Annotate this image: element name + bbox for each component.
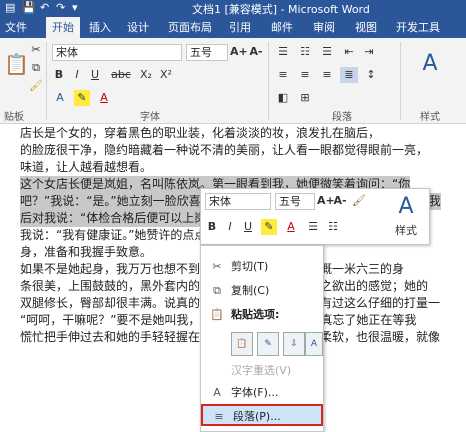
paragraph-group-label: 段落 (332, 112, 352, 123)
mini-bullets-icon[interactable]: ☰ (305, 219, 321, 235)
mini-font-color-icon[interactable]: A (283, 219, 299, 235)
font-color-icon[interactable]: A (96, 90, 112, 106)
paste-keep-source-icon[interactable]: 📋 (231, 332, 253, 356)
paste-text-only-icon[interactable]: A (305, 332, 323, 356)
mini-underline-button[interactable]: U (241, 219, 255, 235)
mini-shrink-font-button[interactable]: A- (333, 193, 347, 209)
mini-font-size[interactable]: 五号 (275, 193, 315, 210)
italic-button[interactable]: I (70, 67, 84, 83)
mini-format-painter-icon[interactable]: 🖌 (351, 193, 367, 209)
mini-numbering-icon[interactable]: ☷ (325, 219, 341, 235)
ribbon-tabs: 文件 开始 插入 设计 页面布局 引用 邮件 审阅 视图 开发工具 (0, 17, 466, 38)
shading-icon[interactable]: ◧ (274, 90, 292, 106)
tab-insert[interactable]: 插入 (84, 17, 116, 38)
word-icon: ▤ (5, 1, 16, 14)
tab-references[interactable]: 引用 (224, 17, 256, 38)
bullets-icon[interactable]: ☰ (274, 44, 292, 60)
borders-icon[interactable]: ⊞ (296, 90, 314, 106)
mini-highlight-icon[interactable]: ✎ (261, 219, 277, 235)
mini-styles-icon[interactable]: A (391, 193, 421, 221)
bold-button[interactable]: B (52, 67, 66, 83)
separator (400, 42, 401, 120)
grow-font-button[interactable]: A+ (230, 44, 248, 60)
numbering-icon[interactable]: ☷ (296, 44, 314, 60)
tab-mailings[interactable]: 邮件 (266, 17, 298, 38)
copy-icon: ⧉ (213, 284, 221, 297)
superscript-button[interactable]: X² (158, 67, 174, 83)
menu-item-font[interactable]: A 字体(F)... (201, 382, 323, 404)
copy-icon[interactable]: ⧉ (28, 60, 44, 76)
menu-item-paste-options: 📋 粘贴选项: (201, 304, 323, 326)
clipboard-label: 贴板 (4, 112, 24, 123)
doc-line: 身，准备和我握手致意。 (20, 245, 153, 259)
menu-item-cut[interactable]: ✂ 剪切(T) (201, 256, 323, 278)
paragraph-icon: ≡ (214, 410, 224, 423)
menu-item-reconvert: 汉字重选(V) (231, 364, 292, 377)
mini-font-name[interactable]: 宋体 (205, 193, 271, 210)
doc-line: 的脸庞很干净，隐约暗藏着一种说不清的美丽，让人看一眼都觉得眼前一亮， (20, 143, 429, 157)
paste-options-icon: 📋 (210, 308, 224, 321)
text-effects-icon[interactable]: A (52, 90, 68, 106)
shrink-font-button[interactable]: A- (248, 44, 264, 60)
tab-developer[interactable]: 开发工具 (392, 17, 444, 38)
mini-styles-label[interactable]: 样式 (391, 223, 421, 239)
increase-indent-icon[interactable]: ⇥ (360, 44, 378, 60)
decrease-indent-icon[interactable]: ⇤ (340, 44, 358, 60)
mini-grow-font-button[interactable]: A+ (317, 193, 335, 209)
font-size-box[interactable]: 五号 (186, 44, 228, 61)
cut-icon[interactable]: ✂ (28, 42, 44, 58)
window-title: 文档1 [兼容模式] - Microsoft Word (192, 3, 370, 16)
separator (268, 42, 269, 120)
tab-file[interactable]: 文件 (0, 17, 32, 38)
font-icon: A (213, 386, 221, 399)
undo-icon[interactable]: ↶ (40, 1, 49, 14)
title-bar: ▤ 💾 ↶ ↷ ▾ 文档1 [兼容模式] - Microsoft Word (0, 0, 466, 17)
redo-icon[interactable]: ↷ (56, 1, 65, 14)
align-center-icon[interactable]: ≡ (296, 67, 314, 83)
format-painter-icon[interactable]: 🖌 (28, 78, 44, 94)
mini-toolbar: 宋体 五号 A+ A- 🖌 B I U ✎ A ☰ ☷ A 样式 (200, 188, 430, 245)
paste-merge-icon[interactable]: ✎ (257, 332, 279, 356)
cut-icon: ✂ (212, 260, 222, 273)
styles-group-label: 样式 (420, 112, 440, 123)
subscript-button[interactable]: X₂ (138, 67, 154, 83)
customize-icon[interactable]: ▾ (72, 1, 78, 14)
highlight-icon[interactable]: ✎ (74, 90, 90, 106)
tab-design[interactable]: 设计 (122, 17, 154, 38)
tab-layout[interactable]: 页面布局 (164, 17, 216, 38)
separator (46, 42, 47, 120)
align-right-icon[interactable]: ≡ (318, 67, 336, 83)
underline-button[interactable]: U (88, 67, 102, 83)
strikethrough-button[interactable]: abc (110, 67, 132, 83)
doc-line: 味道，让人越看越想看。 (20, 160, 153, 174)
font-name-box[interactable]: 宋体 (52, 44, 182, 61)
font-group-label: 字体 (140, 112, 160, 123)
save-icon[interactable]: 💾 (22, 1, 36, 14)
align-left-icon[interactable]: ≡ (274, 67, 292, 83)
doc-line: 店长是个女的，穿着黑色的职业装，化着淡淡的妆，浪发扎在脑后， (20, 126, 381, 140)
menu-item-copy[interactable]: ⧉ 复制(C) (201, 280, 323, 302)
tab-view[interactable]: 视图 (350, 17, 382, 38)
ribbon: 📋 ✂ ⧉ 🖌 贴板 宋体 五号 A+ A- B I U abc X₂ X² A… (0, 38, 466, 124)
paste-icon[interactable]: 📋 (4, 44, 29, 84)
line-spacing-icon[interactable]: ↕ (362, 67, 380, 83)
styles-icon[interactable]: A (410, 44, 450, 84)
mini-bold-button[interactable]: B (205, 219, 219, 235)
mini-italic-button[interactable]: I (223, 219, 237, 235)
multilevel-icon[interactable]: ☰ (318, 44, 336, 60)
context-menu: ✂ 剪切(T) ⧉ 复制(C) 📋 粘贴选项: 📋 ✎ ⇩ A 汉字重选(V) … (200, 245, 324, 432)
tab-home[interactable]: 开始 (46, 17, 80, 38)
tab-review[interactable]: 审阅 (308, 17, 340, 38)
justify-icon[interactable]: ≣ (340, 67, 358, 83)
paste-picture-icon[interactable]: ⇩ (283, 332, 305, 356)
menu-item-paragraph[interactable]: ≡ 段落(P)... (201, 404, 323, 426)
